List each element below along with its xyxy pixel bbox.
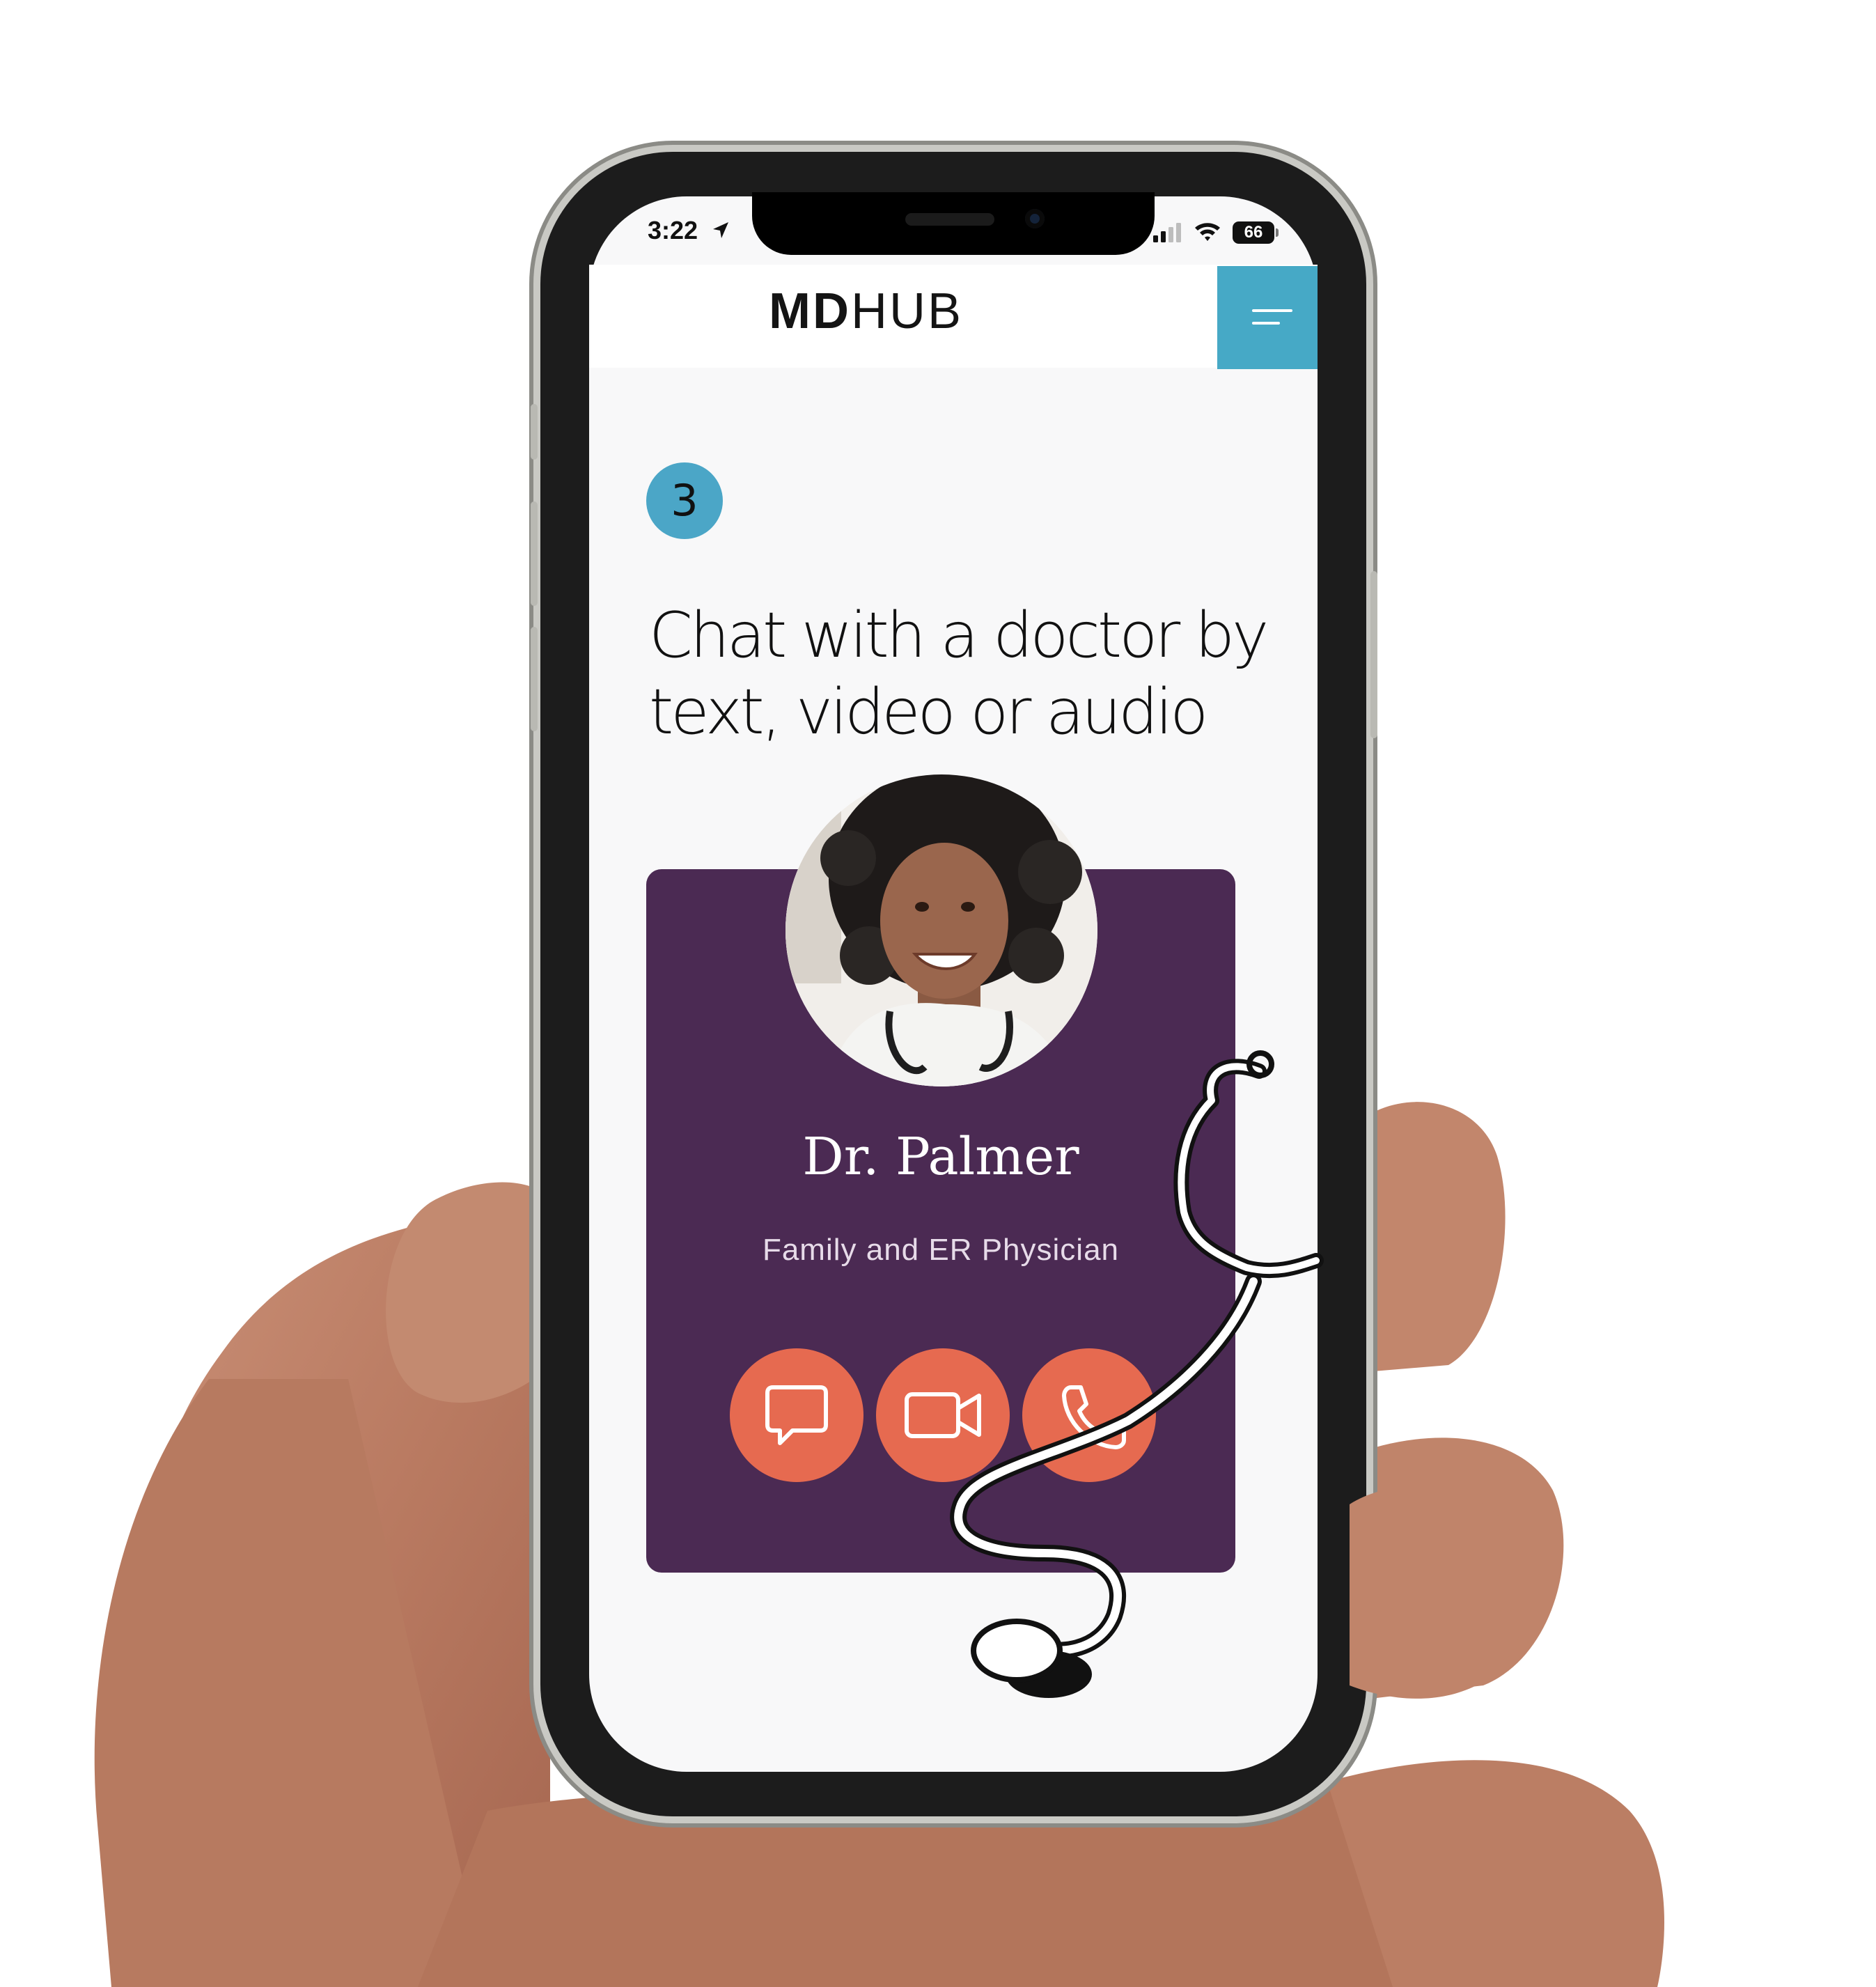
hand-thumb-overlay [1350,1486,1527,1699]
mockup-stage: MDHUB 3:22 66 3 Chat with a doctor by te… [0,0,1876,1987]
